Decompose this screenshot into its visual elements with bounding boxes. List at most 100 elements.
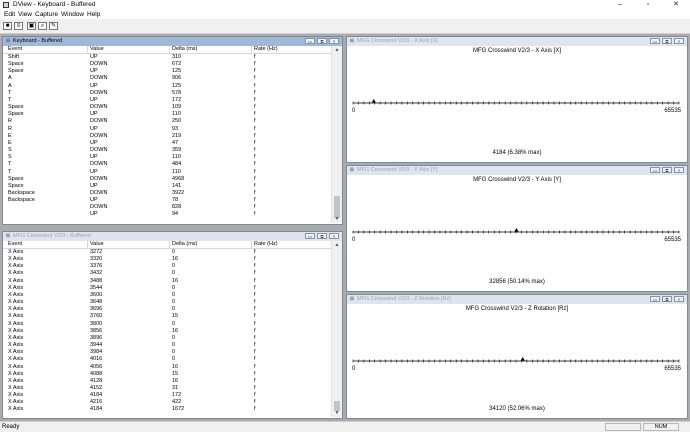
axis-position-marker <box>514 228 519 232</box>
table-row[interactable]: T DOWN 578 f <box>3 90 332 97</box>
table-row[interactable]: X Axis 4056 16 f <box>3 364 332 371</box>
table-row[interactable]: Backspace UP 78 f <box>3 197 332 204</box>
table-row[interactable]: X Axis 3696 0 f <box>3 306 332 313</box>
table-row[interactable]: X Axis 3272 0 f <box>3 249 332 256</box>
table-row[interactable]: R DOWN 250 f <box>3 118 332 125</box>
table-row[interactable]: Space UP 141 f <box>3 183 332 190</box>
table-row[interactable]: T UP 110 f <box>3 169 332 176</box>
table-row[interactable]: X Axis 4088 15 f <box>3 371 332 378</box>
cell-delta: 109 <box>172 104 182 111</box>
table-row[interactable]: X Axis 4016 0 f <box>3 356 332 363</box>
cell-value: DOWN <box>90 104 108 111</box>
column-event[interactable]: Event <box>8 46 22 52</box>
table-row[interactable]: X Axis 3648 0 f <box>3 299 332 306</box>
table-row[interactable]: E DOWN 219 f <box>3 133 332 140</box>
window-close-button[interactable]: × <box>329 38 339 44</box>
zoom-icon[interactable]: ⌕ <box>38 22 47 30</box>
table-row[interactable]: X Axis 3896 0 f <box>3 335 332 342</box>
table-row[interactable]: X Axis 3544 0 f <box>3 285 332 292</box>
column-delta[interactable]: Delta (ms) <box>172 46 197 52</box>
table-row[interactable]: S DOWN 359 f <box>3 147 332 154</box>
vertical-scrollbar[interactable]: ▲ ▼ <box>331 241 342 417</box>
window-restore-button[interactable]: ⧉ <box>317 38 327 44</box>
column-rate[interactable]: Rate (Hz) <box>254 46 278 52</box>
scroll-up-icon[interactable]: ▲ <box>332 46 342 54</box>
window-minimize-button[interactable]: ▭ <box>305 38 315 44</box>
table-row[interactable]: DOWN 828 f <box>3 204 332 211</box>
maximize-button[interactable]: ▫ <box>634 0 662 10</box>
table-row[interactable]: X Axis 3376 0 f <box>3 263 332 270</box>
properties-icon[interactable]: ≡ <box>14 22 23 30</box>
table-row[interactable]: X Axis 4128 16 f <box>3 378 332 385</box>
table-row[interactable]: Space UP 110 f <box>3 111 332 118</box>
table-row[interactable]: A UP 125 f <box>3 83 332 90</box>
table-row[interactable]: T UP 172 f <box>3 97 332 104</box>
table-row[interactable]: A DOWN 906 f <box>3 75 332 82</box>
cell-event: X Axis <box>8 327 24 334</box>
scroll-down-icon[interactable]: ▼ <box>332 409 342 417</box>
table-row[interactable]: X Axis 3600 0 f <box>3 292 332 299</box>
window-minimize-button[interactable]: ▭ <box>305 233 315 239</box>
save-icon[interactable]: ■ <box>3 22 12 30</box>
cell-rate: f <box>254 189 256 196</box>
edit-icon[interactable]: ✎ <box>49 22 58 30</box>
table-row[interactable]: X Axis 4216 422 f <box>3 399 332 406</box>
table-row[interactable]: E UP 47 f <box>3 140 332 147</box>
vertical-scrollbar[interactable]: ▲ ▼ <box>331 46 342 223</box>
table-row[interactable]: X Axis 4184 172 f <box>3 392 332 399</box>
cell-event: X Axis <box>8 306 24 313</box>
table-row[interactable]: Backspace DOWN 3922 f <box>3 190 332 197</box>
minimize-button[interactable]: – <box>606 0 634 10</box>
scroll-down-icon[interactable]: ▼ <box>332 215 342 223</box>
axis-min-label: 0 <box>352 108 356 114</box>
table-row[interactable]: X Axis 3320 16 f <box>3 256 332 263</box>
table-row[interactable]: Space DOWN 109 f <box>3 104 332 111</box>
column-rate[interactable]: Rate (Hz) <box>254 241 278 247</box>
table-row[interactable]: X Axis 3488 16 f <box>3 278 332 285</box>
table-row[interactable]: X Axis 3944 0 f <box>3 342 332 349</box>
table-row[interactable]: X Axis 4152 31 f <box>3 385 332 392</box>
cell-rate: f <box>254 342 256 349</box>
num-lock-indicator: NUM <box>643 423 679 431</box>
table-row[interactable]: Space DOWN 4968 f <box>3 176 332 183</box>
cell-delta: 828 <box>172 204 182 211</box>
window-close-button[interactable]: × <box>329 233 339 239</box>
menu-capture[interactable]: Capture <box>35 11 58 18</box>
table-row[interactable]: Space DOWN 672 f <box>3 61 332 68</box>
table-row[interactable]: X Axis 3800 0 f <box>3 321 332 328</box>
menu-view[interactable]: View <box>18 11 32 18</box>
joystick-event-list[interactable]: Event Value Delta (ms) Rate (Hz) X Axis 3… <box>3 241 332 417</box>
close-button[interactable]: ✕ <box>662 0 690 10</box>
cell-delta: 578 <box>172 89 182 96</box>
column-value[interactable]: Value <box>90 46 104 52</box>
table-row[interactable]: Shift UP 310 f <box>3 54 332 61</box>
window-restore-button[interactable]: ⧉ <box>317 233 327 239</box>
menu-edit[interactable]: Edit <box>4 11 15 18</box>
table-row[interactable]: X Axis 3984 0 f <box>3 349 332 356</box>
cell-delta: 172 <box>172 96 182 103</box>
scroll-up-icon[interactable]: ▲ <box>332 241 342 249</box>
cell-rate: f <box>254 356 256 363</box>
keyboard-event-list[interactable]: Event Value Delta (ms) Rate (Hz) Shift UP… <box>3 46 332 223</box>
table-row[interactable]: X Axis 3856 16 f <box>3 328 332 335</box>
table-row[interactable]: Space UP 125 f <box>3 68 332 75</box>
cell-value: 3376 <box>90 263 103 270</box>
cell-rate: f <box>254 68 256 75</box>
table-row[interactable]: X Axis 4184 1672 f <box>3 406 332 413</box>
column-delta[interactable]: Delta (ms) <box>172 241 197 247</box>
column-value[interactable]: Value <box>90 241 104 247</box>
column-event[interactable]: Event <box>8 241 22 247</box>
cell-delta: 141 <box>172 182 182 189</box>
table-row[interactable]: X Axis 3760 15 f <box>3 313 332 320</box>
menu-window[interactable]: Window <box>61 11 84 18</box>
app-title: DView - Keyboard - Buffered <box>13 1 96 8</box>
status-bar: Ready NUM <box>0 421 690 432</box>
table-row[interactable]: UP 94 f <box>3 211 332 218</box>
table-row[interactable]: R UP 93 f <box>3 126 332 133</box>
table-row[interactable]: S UP 110 f <box>3 154 332 161</box>
lock-icon[interactable]: ▣ <box>27 22 36 30</box>
cell-event: R <box>8 125 12 132</box>
table-row[interactable]: T DOWN 484 f <box>3 161 332 168</box>
menu-help[interactable]: Help <box>87 11 100 18</box>
table-row[interactable]: X Axis 3432 0 f <box>3 270 332 277</box>
